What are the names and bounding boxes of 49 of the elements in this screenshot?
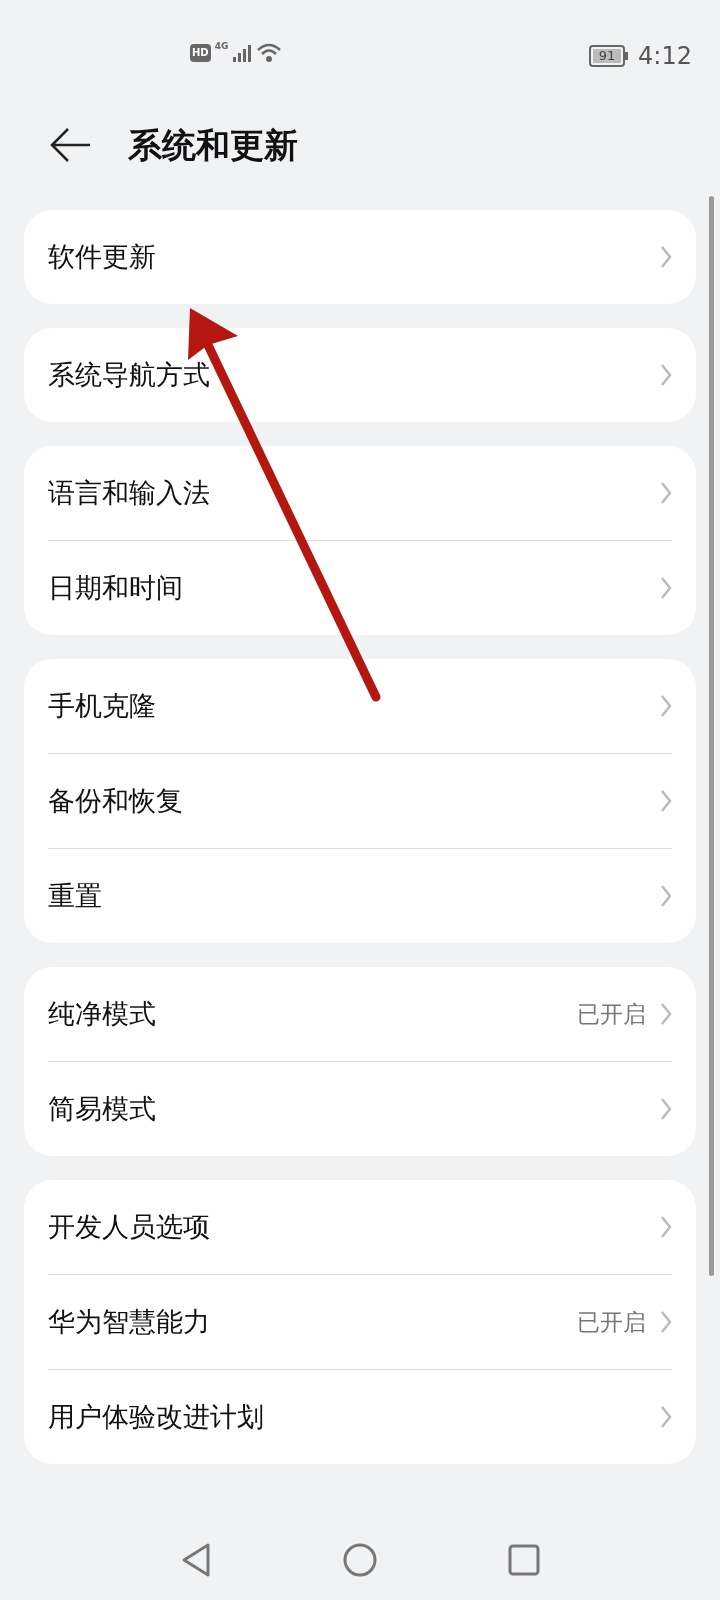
wifi-icon <box>256 42 283 64</box>
item-label: 重置 <box>48 878 102 913</box>
item-value: 已开启 <box>577 999 646 1029</box>
item-label: 用户体验改进计划 <box>48 1399 264 1434</box>
chevron-icon <box>660 789 672 813</box>
item-label: 简易模式 <box>48 1091 156 1126</box>
home-nav-icon[interactable] <box>342 1542 378 1578</box>
settings-item[interactable]: 用户体验改进计划 <box>48 1370 672 1464</box>
chevron-icon <box>660 694 672 718</box>
item-label: 手机克隆 <box>48 688 156 723</box>
item-label: 语言和输入法 <box>48 475 210 510</box>
settings-item[interactable]: 纯净模式 已开启 <box>48 967 672 1061</box>
clock-time: 4:12 <box>638 41 692 72</box>
signal-icon <box>232 43 253 63</box>
chevron-icon <box>660 1405 672 1429</box>
chevron-icon <box>660 1002 672 1026</box>
item-label: 系统导航方式 <box>48 357 210 392</box>
item-value: 已开启 <box>577 1307 646 1337</box>
chevron-icon <box>660 1215 672 1239</box>
settings-item[interactable]: 备份和恢复 <box>48 754 672 848</box>
chevron-icon <box>660 363 672 387</box>
chevron-icon <box>660 576 672 600</box>
network-type: 4G <box>214 42 229 51</box>
settings-item[interactable]: 语言和输入法 <box>48 446 672 540</box>
item-label: 备份和恢复 <box>48 783 183 818</box>
recents-nav-icon[interactable] <box>508 1544 540 1576</box>
settings-item[interactable]: 简易模式 <box>48 1062 672 1156</box>
settings-item[interactable]: 重置 <box>48 849 672 943</box>
item-label: 华为智慧能力 <box>48 1304 210 1339</box>
settings-item[interactable]: 手机克隆 <box>48 659 672 753</box>
item-label: 开发人员选项 <box>48 1209 210 1244</box>
chevron-icon <box>660 481 672 505</box>
settings-item[interactable]: 华为智慧能力 已开启 <box>48 1275 672 1369</box>
page-title: 系统和更新 <box>128 123 298 167</box>
settings-item[interactable]: 开发人员选项 <box>48 1180 672 1274</box>
chevron-icon <box>660 884 672 908</box>
back-arrow-icon[interactable] <box>50 127 92 163</box>
chevron-icon <box>660 245 672 269</box>
settings-item[interactable]: 软件更新 <box>48 210 672 304</box>
battery-level: 91 <box>593 49 622 63</box>
settings-item[interactable]: 日期和时间 <box>48 541 672 635</box>
chevron-icon <box>660 1097 672 1121</box>
settings-item[interactable]: 系统导航方式 <box>48 328 672 422</box>
item-label: 纯净模式 <box>48 996 156 1031</box>
back-nav-icon[interactable] <box>180 1542 212 1578</box>
chevron-icon <box>660 1310 672 1334</box>
hd-badge: HD <box>190 44 211 62</box>
item-label: 日期和时间 <box>48 570 183 605</box>
item-label: 软件更新 <box>48 239 156 274</box>
